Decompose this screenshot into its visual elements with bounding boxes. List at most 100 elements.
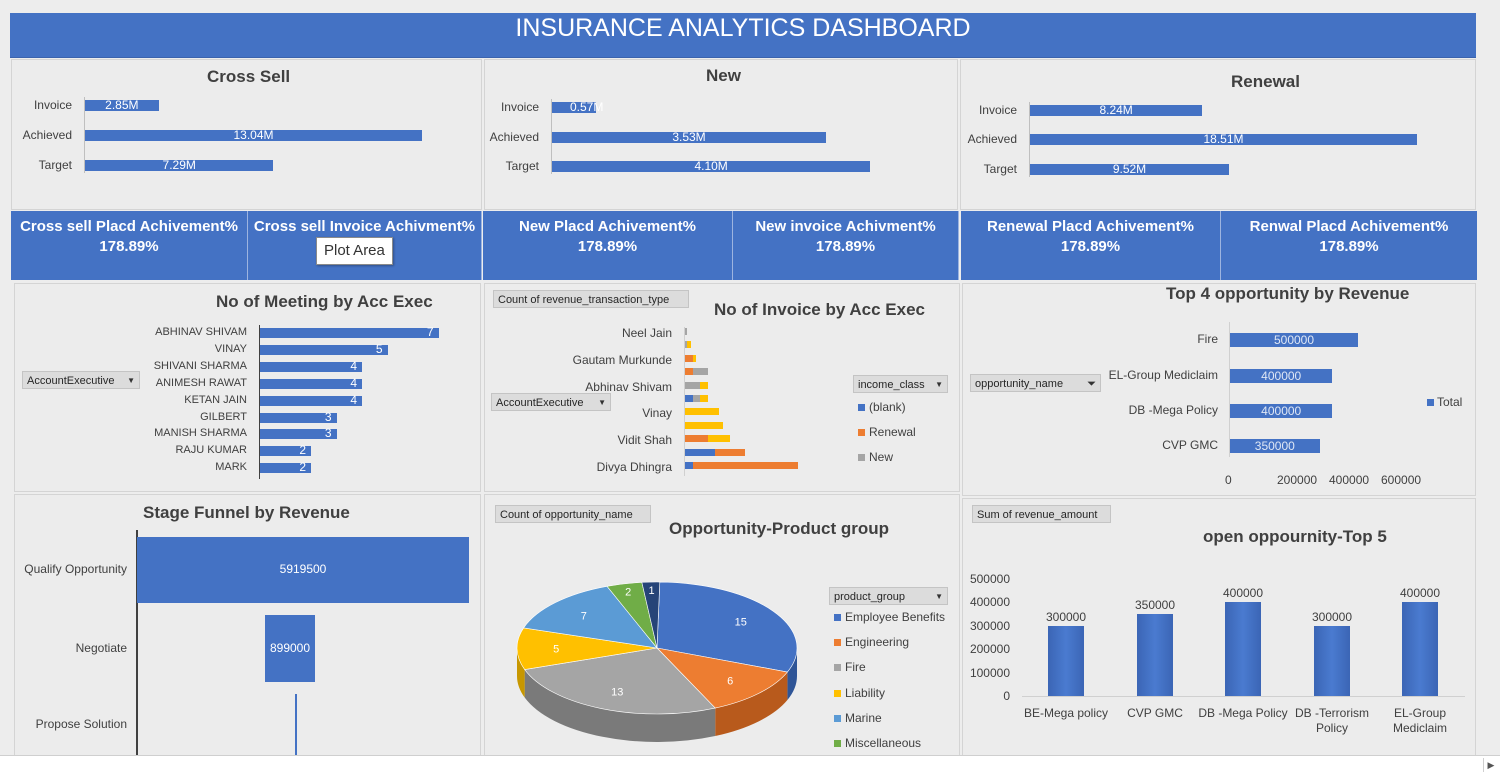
category-label: Target (983, 162, 1017, 176)
new-title: New (706, 66, 741, 85)
pie-data-label: 13 (611, 687, 623, 699)
legend-swatch (834, 689, 841, 697)
data-label: 9.52M (1112, 162, 1147, 176)
category-label: Invoice (978, 103, 1017, 117)
category-label: Target (505, 159, 539, 173)
stacked-bar-segment (692, 395, 700, 402)
kpi-new-placed: New Placd Achivement% 178.89% (483, 211, 733, 280)
y-tick-label: 200000 (969, 642, 1010, 657)
meetings-title: No of Meeting by Acc Exec (216, 292, 433, 311)
revenue-transaction-count-field[interactable]: Count of revenue_transaction_type (493, 290, 689, 308)
legend-swatch (834, 614, 841, 621)
category-label: Divya Dhingra (596, 460, 672, 474)
category-label: Neel Jain (621, 326, 672, 340)
renewal-title: Renewal (1231, 72, 1300, 91)
cross-sell-title: Cross Sell (207, 67, 291, 86)
data-label: 2 (299, 443, 306, 458)
category-label: Achieved (967, 132, 1017, 146)
y-tick-label: 0 (1003, 689, 1010, 703)
data-label: 2 (299, 460, 306, 475)
y-tick-label: 100000 (969, 665, 1010, 680)
legend-swatch (1427, 399, 1434, 406)
data-label: 500000 (1273, 333, 1315, 347)
scroll-right-arrow-icon[interactable]: ▶ (1483, 758, 1498, 772)
legend-swatch (858, 429, 865, 436)
category-label: KETAN JAIN (184, 393, 247, 406)
legend-swatch (834, 664, 841, 672)
slicer-label: Count of revenue_transaction_type (498, 294, 670, 306)
x-tick-label: 200000 (1277, 473, 1318, 487)
kpi-value: 178.89% (99, 238, 159, 255)
stacked-bar-segment (685, 435, 708, 443)
stacked-bar-segment (700, 395, 708, 402)
legend-label: Engineering (845, 635, 910, 650)
category-label: VINAY (214, 342, 247, 355)
category-label: Vinay (642, 406, 672, 421)
data-label: 7 (426, 325, 434, 339)
pie-title: Opportunity-Product group (669, 519, 890, 538)
data-label: 300000 (1311, 609, 1353, 624)
legend-swatch (834, 639, 841, 647)
kpi-value: 178.89% (815, 238, 876, 255)
y-tick-label: 500000 (969, 572, 1010, 586)
data-label: 4 (350, 392, 357, 407)
x-tick-label: 400000 (1329, 473, 1370, 487)
data-label: 13.04M (233, 128, 274, 142)
category-label: BE-Mega policy (1023, 706, 1109, 720)
legend-label: Liability (845, 685, 886, 700)
kpi-cross-sell-placed: Cross sell Placd Achivement% 178.89% (11, 211, 248, 280)
dashboard-title: INSURANCE ANALYTICS DASHBOARD (10, 13, 1476, 58)
data-label: 3 (324, 409, 332, 424)
kpi-renewal-placed: Renewal Placd Achivement% 178.89% (961, 211, 1221, 280)
kpi-value: 178.89% (1319, 238, 1379, 255)
kpi-value: 178.89% (1060, 238, 1121, 255)
column-bar (1137, 614, 1173, 696)
x-tick-label: 0 (1225, 473, 1232, 487)
category-label: MANISH SHARMA (154, 427, 247, 440)
legend-label: Miscellaneous (845, 736, 922, 750)
category-label: Invoice (33, 98, 72, 112)
data-label: 7.29M (162, 158, 196, 172)
category-label: Target (38, 158, 72, 172)
category-label: Gautam Murkunde (572, 352, 672, 367)
x-tick-label: 600000 (1381, 473, 1422, 487)
open-top5-title: open oppournity-Top 5 (1203, 527, 1387, 546)
data-label: 8.24M (1099, 103, 1133, 117)
product-group-legend-filter[interactable]: product_group ▼ (829, 587, 948, 605)
data-label: 5919500 (279, 562, 327, 576)
horizontal-scrollbar[interactable]: ▶ (0, 755, 1500, 774)
category-label: ABHINAV SHIVAM (155, 326, 247, 338)
data-label: 400000 (1261, 404, 1302, 418)
legend-swatch (834, 714, 841, 722)
stacked-bar-segment (685, 462, 693, 469)
data-label: 350000 (1254, 439, 1295, 453)
data-label: 2.85M (105, 98, 139, 112)
stacked-bar-segment (685, 408, 719, 416)
data-label: 4.10M (694, 159, 728, 173)
kpi-label: Renewal Placd Achivement% (986, 218, 1195, 235)
pie-data-label: 6 (727, 676, 733, 688)
income-class-legend-filter[interactable]: income_class ▼ (853, 375, 948, 393)
slicer-label: Sum of revenue_amount (977, 509, 1098, 521)
category-label: EL-Group Mediclaim (1108, 368, 1218, 382)
column-bar (1314, 625, 1350, 696)
category-label: SHIVANI SHARMA (153, 359, 247, 372)
stacked-bar-segment (692, 462, 798, 469)
stacked-bar-segment (685, 421, 723, 429)
data-label: 899000 (269, 640, 311, 655)
kpi-value: 178.89% (577, 238, 638, 255)
kpi-label: Cross sell Invoice Achivment% (253, 218, 476, 235)
category-label: GILBERT (200, 410, 247, 423)
data-label: 3 (324, 426, 332, 441)
data-label: 400000 (1222, 586, 1264, 601)
data-label: 3.53M (672, 130, 706, 144)
stacked-bar-segment (700, 381, 708, 389)
revenue-amount-sum-field[interactable]: Sum of revenue_amount (972, 505, 1111, 523)
legend-label: Renewal (869, 425, 916, 439)
data-label: 350000 (1134, 598, 1176, 613)
stacked-bar-segment (692, 354, 697, 362)
category-label: RAJU KUMAR (175, 444, 247, 457)
opportunity-count-field[interactable]: Count of opportunity_name (495, 505, 651, 523)
category-label: DB -Mega Policy (1128, 403, 1218, 417)
data-label: 300000 (1045, 609, 1087, 624)
